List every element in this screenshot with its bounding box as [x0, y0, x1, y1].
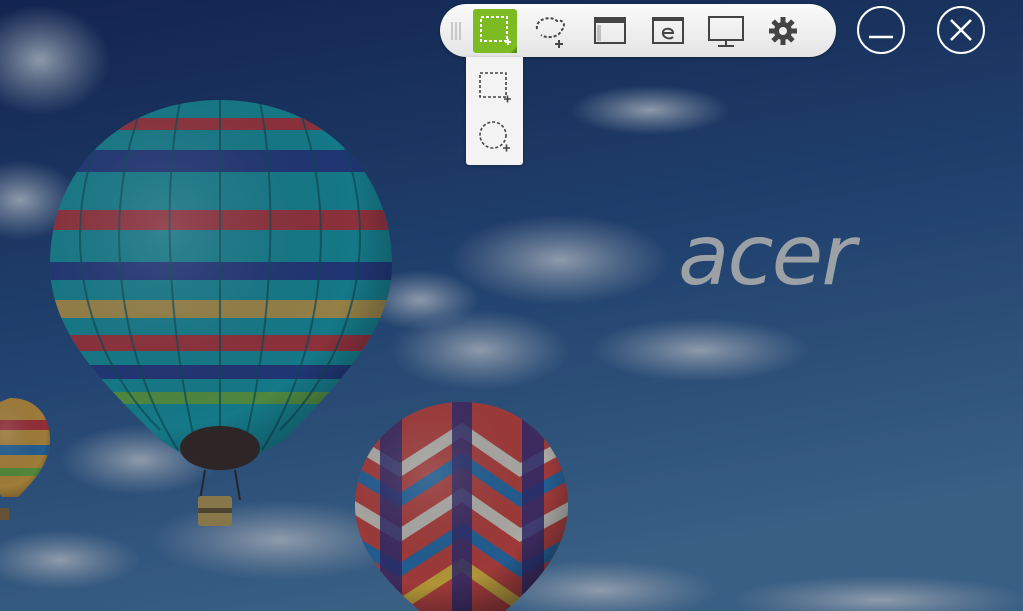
rectangle-selection-option[interactable]	[466, 59, 523, 111]
settings-button[interactable]	[761, 9, 805, 53]
dashed-rectangle-plus-icon	[479, 72, 511, 103]
desktop-screen: acer	[0, 0, 1023, 611]
monitor-icon	[708, 16, 744, 47]
circle-selection-option[interactable]	[466, 111, 523, 163]
close-icon	[950, 19, 972, 41]
minimize-icon	[869, 35, 893, 39]
drag-handle-icon[interactable]	[450, 22, 462, 40]
capture-toolbar	[440, 4, 836, 57]
minimize-button[interactable]	[857, 6, 905, 54]
window-icon	[594, 17, 626, 44]
close-button[interactable]	[937, 6, 985, 54]
freeform-capture-button[interactable]	[529, 9, 573, 53]
dashed-rectangle-plus-icon	[480, 16, 517, 53]
dashed-circle-plus-icon	[479, 121, 510, 152]
webpage-capture-button[interactable]	[646, 9, 690, 53]
rectangle-capture-button[interactable]	[473, 9, 517, 53]
window-capture-button[interactable]	[588, 9, 632, 53]
fullscreen-capture-button[interactable]	[704, 9, 748, 53]
acer-logo: acer	[678, 206, 856, 304]
dashed-lasso-plus-icon	[535, 17, 565, 48]
gear-icon	[769, 17, 797, 45]
selection-shape-menu	[466, 57, 523, 165]
web-page-e-icon	[652, 17, 684, 44]
